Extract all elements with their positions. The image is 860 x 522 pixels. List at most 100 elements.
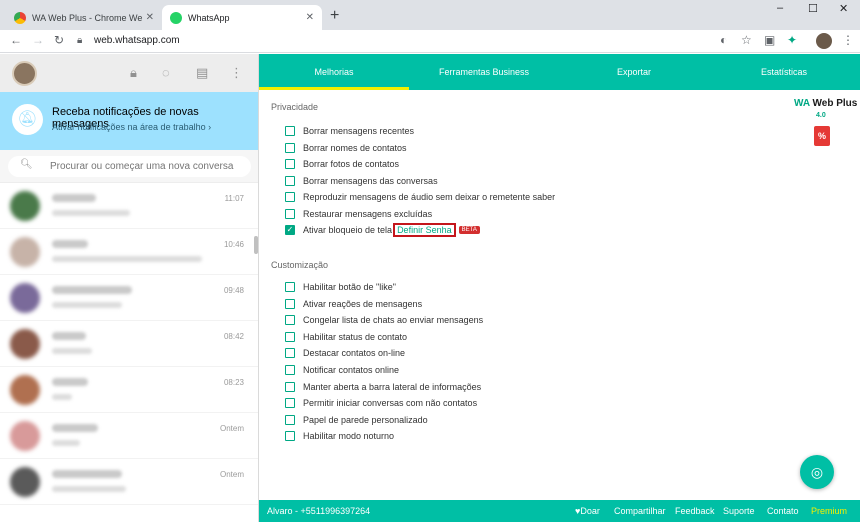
customization-option[interactable]: Destacar contatos on-line [285, 347, 405, 359]
customization-option[interactable]: Ativar reações de mensagens [285, 298, 422, 310]
tab-melhorias[interactable]: Melhorias [259, 54, 409, 90]
tab-close-icon[interactable]: ✕ [306, 12, 314, 23]
wa-web-plus-fab[interactable]: ◎ [800, 455, 834, 489]
chat-sidebar: 🔒︎ ◌ ▤ ⋮ 🔕︎ Receba notificações de novas… [0, 54, 259, 522]
new-tab-button[interactable]: + [330, 7, 339, 25]
footer-link-contact[interactable]: Contato [767, 506, 799, 516]
privacy-option[interactable]: Reproduzir mensagens de áudio sem deixar… [285, 191, 555, 203]
checkbox[interactable] [285, 175, 295, 186]
back-arrow-icon[interactable]: ← [10, 33, 22, 47]
checkbox[interactable] [285, 398, 295, 409]
customization-option[interactable]: Habilitar status de contato [285, 331, 407, 343]
privacy-option[interactable]: Borrar nomes de contatos [285, 142, 407, 154]
option-label: Notificar contatos online [303, 365, 400, 375]
checkbox[interactable] [285, 159, 295, 170]
chat-list-item[interactable]: 08:23 [0, 367, 258, 413]
search-input[interactable] [50, 159, 240, 174]
privacy-option[interactable]: Restaurar mensagens excluídas [285, 208, 432, 220]
customization-option[interactable]: Congelar lista de chats ao enviar mensag… [285, 314, 483, 326]
last-message-blurred [52, 210, 130, 216]
option-screen-lock[interactable]: ✓ Ativar bloqueio de tela Definir Senha … [285, 223, 480, 237]
discount-tag-icon[interactable]: % [814, 126, 830, 146]
notification-banner[interactable]: 🔕︎ Receba notificações de novas mensagen… [0, 92, 258, 150]
customization-option[interactable]: Papel de parede personalizado [285, 414, 428, 426]
contact-name-blurred [52, 240, 88, 248]
chat-list-scrollbar[interactable] [254, 236, 258, 254]
chat-list-item[interactable]: 09:48 [0, 275, 258, 321]
option-label: Habilitar botão de "like" [303, 282, 396, 292]
customization-option[interactable]: Notificar contatos online [285, 364, 399, 376]
privacy-option[interactable]: Borrar mensagens das conversas [285, 175, 438, 187]
close-window-button[interactable]: ✕ [839, 2, 848, 15]
reload-icon[interactable]: ↻ [54, 33, 64, 47]
minimize-button[interactable]: – [777, 2, 783, 14]
checkbox[interactable] [285, 142, 295, 153]
checkbox[interactable] [285, 381, 295, 392]
address-bar[interactable]: web.whatsapp.com [94, 35, 180, 46]
forward-arrow-icon[interactable]: → [32, 33, 44, 47]
maximize-button[interactable]: ☐ [808, 2, 818, 15]
last-message-blurred [52, 256, 202, 262]
tab-whatsapp[interactable]: WhatsApp ✕ [162, 5, 322, 30]
tab-estatisticas[interactable]: Estatísticas [709, 54, 859, 90]
privacy-option[interactable]: Borrar fotos de contatos [285, 158, 399, 170]
profile-avatar[interactable] [816, 33, 832, 49]
extension-icon[interactable]: ◐ [720, 33, 727, 47]
footer-link-support[interactable]: Suporte [723, 506, 755, 516]
checkbox[interactable] [285, 298, 295, 309]
checkbox[interactable] [285, 414, 295, 425]
checkbox[interactable] [285, 192, 295, 203]
footer-link-donate[interactable]: ♥Doar [575, 506, 600, 516]
contact-avatar [10, 467, 40, 497]
checkbox[interactable] [285, 431, 295, 442]
search-box[interactable]: 🔍︎ [8, 156, 251, 177]
contact-avatar [10, 329, 40, 359]
set-password-link[interactable]: Definir Senha [393, 223, 456, 237]
customization-option[interactable]: Permitir iniciar conversas com não conta… [285, 397, 477, 409]
chat-list-item[interactable]: 10:46 [0, 229, 258, 275]
checkbox[interactable] [285, 331, 295, 342]
chat-list-item[interactable]: Ontem [0, 413, 258, 459]
checkbox[interactable]: ✓ [285, 225, 295, 235]
cast-icon[interactable]: ▣ [764, 33, 775, 47]
new-chat-icon[interactable]: ▤ [196, 65, 208, 81]
tab-wa-web-plus[interactable]: WA Web Plus - Chrome Web Sto ✕ [6, 5, 162, 30]
customization-option[interactable]: Habilitar modo noturno [285, 430, 394, 442]
user-avatar[interactable] [12, 61, 37, 86]
status-icon[interactable]: ◌ [162, 65, 170, 80]
last-message-blurred [52, 348, 92, 354]
tab-ferramentas-business[interactable]: Ferramentas Business [409, 54, 559, 90]
privacy-option[interactable]: Borrar mensagens recentes [285, 125, 414, 137]
tab-exportar[interactable]: Exportar [559, 54, 709, 90]
chat-time: 08:23 [223, 378, 244, 387]
lock-icon[interactable]: 🔒︎ [130, 65, 137, 81]
enable-notifications-link[interactable]: Ativar notificações na área de trabalho … [52, 122, 211, 132]
chat-list-item[interactable]: Ontem [0, 459, 258, 505]
customization-option[interactable]: Manter aberta a barra lateral de informa… [285, 381, 481, 393]
chat-time: 11:07 [224, 194, 244, 203]
checkbox[interactable] [285, 282, 295, 292]
checkbox[interactable] [285, 126, 295, 136]
tab-close-icon[interactable]: ✕ [146, 12, 154, 23]
checkbox[interactable] [285, 365, 295, 375]
option-label: Habilitar modo noturno [303, 431, 395, 442]
checkbox[interactable] [285, 348, 295, 359]
footer-link-share[interactable]: Compartilhar [614, 506, 666, 516]
chat-list-item[interactable]: 08:42 [0, 321, 258, 367]
menu-dots-icon[interactable]: ⋮ [842, 33, 854, 47]
lock-icon[interactable]: 🔒︎ [77, 35, 82, 46]
chrome-web-store-icon [14, 11, 26, 24]
last-message-blurred [52, 440, 80, 446]
privacy-section-title: Privacidade [271, 102, 319, 112]
chat-list-item[interactable]: 11:07 [0, 183, 258, 229]
customization-option[interactable]: Habilitar botão de "like" [285, 281, 396, 293]
footer-link-feedback[interactable]: Feedback [675, 506, 715, 516]
footer-link-premium[interactable]: Premium [811, 506, 847, 516]
menu-dots-icon[interactable]: ⋮ [230, 65, 243, 81]
bookmark-star-icon[interactable]: ☆ [741, 33, 752, 47]
checkbox[interactable] [285, 315, 295, 326]
wa-web-plus-extension-icon[interactable]: ✦ [787, 33, 797, 47]
checkbox[interactable] [285, 209, 295, 219]
wa-web-plus-logo: WA Web Plus 4.0 % [794, 98, 857, 146]
chat-time: Ontem [219, 424, 244, 433]
